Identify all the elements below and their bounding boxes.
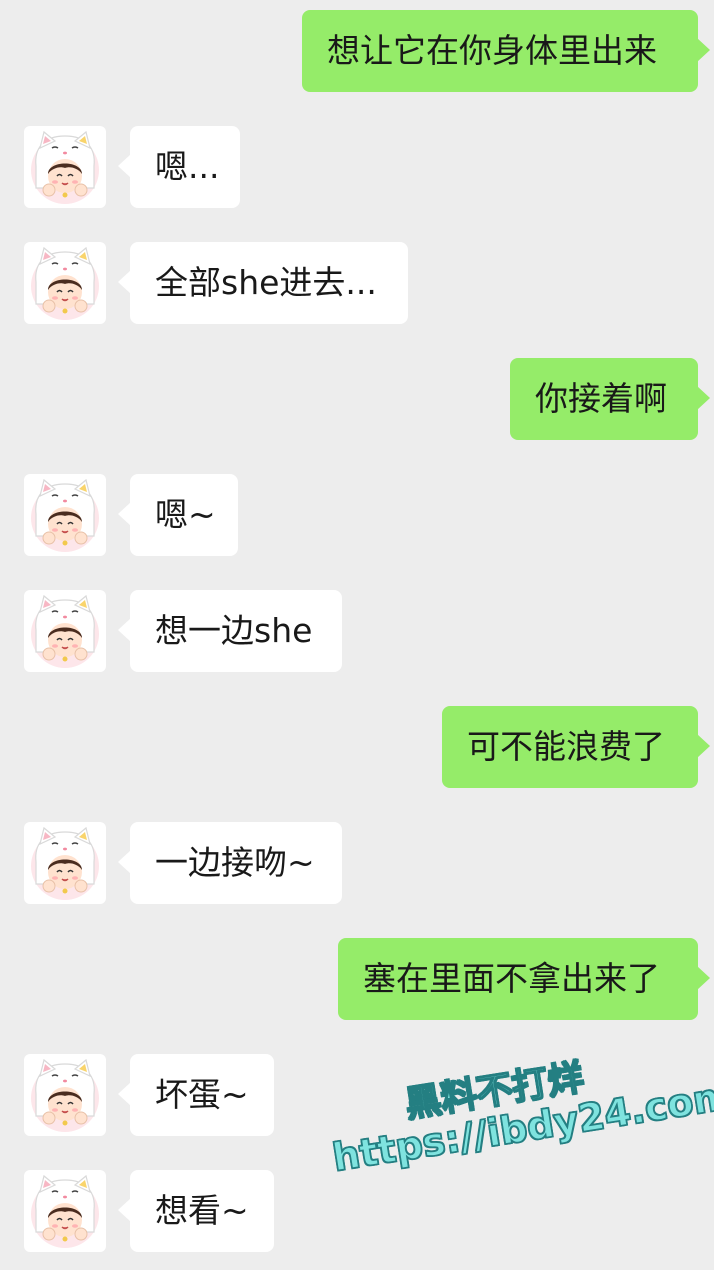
contact-avatar[interactable]	[24, 1054, 106, 1136]
contact-avatar[interactable]	[24, 242, 106, 324]
message-row: 坏蛋~	[0, 1054, 714, 1136]
incoming-message-bubble[interactable]: 嗯...	[118, 126, 240, 208]
message-row: 嗯...	[0, 126, 714, 208]
message-row: 塞在里面不拿出来了	[0, 938, 714, 1020]
message-row: 想看~	[0, 1170, 714, 1252]
incoming-message-bubble[interactable]: 想一边she	[118, 590, 342, 672]
girl-avatar-icon	[24, 474, 106, 556]
incoming-message-bubble[interactable]: 坏蛋~	[118, 1054, 274, 1136]
contact-avatar[interactable]	[24, 474, 106, 556]
incoming-message-bubble[interactable]: 全部she进去...	[118, 242, 408, 324]
incoming-message-bubble[interactable]: 一边接吻~	[118, 822, 342, 904]
message-row: 你接着啊	[0, 358, 714, 440]
message-row: 想一边she	[0, 590, 714, 672]
message-row: 全部she进去...	[0, 242, 714, 324]
contact-avatar[interactable]	[24, 126, 106, 208]
message-row: 想让它在你身体里出来	[0, 10, 714, 92]
girl-avatar-icon	[24, 590, 106, 672]
outgoing-message-bubble[interactable]: 你接着啊	[510, 358, 710, 440]
contact-avatar[interactable]	[24, 590, 106, 672]
incoming-message-bubble[interactable]: 想看~	[118, 1170, 274, 1252]
message-row: 一边接吻~	[0, 822, 714, 904]
girl-avatar-icon	[24, 242, 106, 324]
girl-avatar-icon	[24, 822, 106, 904]
message-row: 可不能浪费了	[0, 706, 714, 788]
outgoing-message-bubble[interactable]: 想让它在你身体里出来	[302, 10, 710, 92]
girl-avatar-icon	[24, 1054, 106, 1136]
outgoing-message-bubble[interactable]: 可不能浪费了	[442, 706, 710, 788]
girl-avatar-icon	[24, 1170, 106, 1252]
incoming-message-bubble[interactable]: 嗯~	[118, 474, 238, 556]
outgoing-message-bubble[interactable]: 塞在里面不拿出来了	[338, 938, 710, 1020]
contact-avatar[interactable]	[24, 1170, 106, 1252]
girl-avatar-icon	[24, 126, 106, 208]
contact-avatar[interactable]	[24, 822, 106, 904]
message-row: 嗯~	[0, 474, 714, 556]
